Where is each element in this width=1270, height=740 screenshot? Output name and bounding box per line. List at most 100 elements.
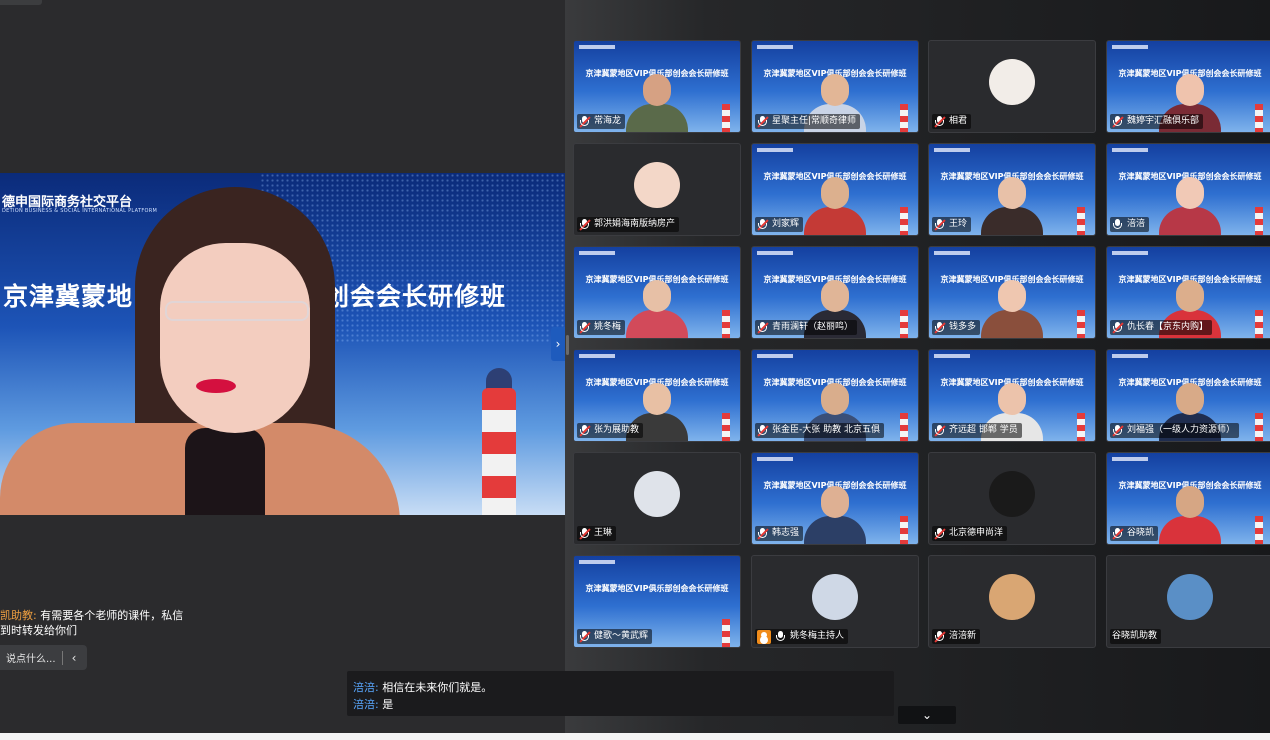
chevron-left-icon[interactable]: ‹ (63, 651, 85, 665)
participant-name: 齐远超 邯郸 学员 (949, 425, 1018, 435)
microphone-muted-icon (934, 425, 946, 437)
participant-video-person (1159, 482, 1221, 544)
lighthouse (722, 104, 730, 132)
participant-name-label: 姚冬梅 (577, 320, 626, 335)
tile-banner-logo (1112, 354, 1148, 358)
participant-name-label: 星聚主任|常顺奇律师 (755, 114, 861, 129)
pane-resize-handle[interactable] (566, 335, 569, 355)
toolbar-stub[interactable] (0, 0, 42, 5)
active-speaker-video[interactable]: 德申国际商务社交平台 DETION BUSINESS & SOCIAL INTE… (0, 173, 565, 515)
tile-banner-logo (1112, 251, 1148, 255)
microphone-muted-icon (757, 425, 769, 437)
tile-banner-logo (579, 45, 615, 49)
tile-banner-logo (757, 45, 793, 49)
microphone-muted-icon (757, 528, 769, 540)
participant-avatar (989, 471, 1035, 517)
participant-tile[interactable]: 京津冀蒙地区VIP俱乐部创会会长研修班 健歌～黄武辉 (573, 555, 741, 648)
participant-name: 谷晓凯助教 (1112, 631, 1158, 641)
participant-tile[interactable]: 京津冀蒙地区VIP俱乐部创会会长研修班韩志强 (751, 452, 919, 545)
participant-tile[interactable]: 京津冀蒙地区VIP俱乐部创会会长研修班谷晓凯 (1106, 452, 1270, 545)
participant-name-label: 健歌～黄武辉 (577, 629, 653, 644)
participant-name-label: 韩志强 (755, 526, 804, 541)
microphone-muted-icon (579, 219, 591, 231)
participant-tile[interactable]: 王琳 (573, 452, 741, 545)
participant-tile[interactable]: 京津冀蒙地区VIP俱乐部创会会长研修班青雨澜轩（赵丽鸣） (751, 246, 919, 339)
participant-tile[interactable]: 京津冀蒙地区VIP俱乐部创会会长研修班刘家辉 (751, 143, 919, 236)
participant-tile[interactable]: 姚冬梅主持人 (751, 555, 919, 648)
participant-name: 魏婷宇汇融俱乐部 (1127, 116, 1200, 126)
microphone-muted-icon (757, 219, 769, 231)
participant-name-label: 常海龙 (577, 114, 626, 129)
participant-video-person (626, 276, 688, 338)
participant-name-label: 涪涪新 (932, 629, 981, 644)
microphone-muted-icon (1112, 116, 1124, 128)
participant-name: 涪涪新 (949, 631, 977, 641)
participant-tile[interactable]: 京津冀蒙地区VIP俱乐部创会会长研修班刘福强（一级人力资源师） (1106, 349, 1270, 442)
participant-tile[interactable]: 京津冀蒙地区VIP俱乐部创会会长研修班星聚主任|常顺奇律师 (751, 40, 919, 133)
participant-name-label: 钱多多 (932, 320, 981, 335)
participant-name-label: 齐远超 邯郸 学员 (932, 423, 1022, 438)
microphone-icon (1112, 219, 1123, 230)
lighthouse (900, 310, 908, 338)
microphone-icon (775, 631, 786, 642)
expand-panel-button[interactable]: › (551, 327, 565, 361)
chevron-down-icon: ⌄ (921, 708, 933, 722)
participant-name: 张为展助教 (594, 425, 640, 435)
tile-banner-logo (757, 457, 793, 461)
participant-name: 星聚主任|常顺奇律师 (772, 116, 857, 126)
participant-name: 钱多多 (949, 322, 977, 332)
participant-tile[interactable]: 京津冀蒙地区VIP俱乐部创会会长研修班魏婷宇汇融俱乐部 (1106, 40, 1270, 133)
participant-tile[interactable]: 京津冀蒙地区VIP俱乐部创会会长研修班齐远超 邯郸 学员 (928, 349, 1096, 442)
participant-tile[interactable]: 京津冀蒙地区VIP俱乐部创会会长研修班张金臣-大张 助教 北京五俱 (751, 349, 919, 442)
chat-input[interactable]: 说点什么... ‹ (0, 645, 87, 670)
participant-name-label: 涪涪 (1110, 217, 1150, 232)
participant-tile[interactable]: 京津冀蒙地区VIP俱乐部创会会长研修班王玲 (928, 143, 1096, 236)
microphone-muted-icon (934, 322, 946, 334)
participant-video-person (981, 173, 1043, 235)
participant-avatar (989, 574, 1035, 620)
tile-banner-logo (579, 560, 615, 564)
taskbar-strip (0, 733, 1270, 740)
participant-tile[interactable]: 京津冀蒙地区VIP俱乐部创会会长研修班张为展助教 (573, 349, 741, 442)
microphone-muted-icon (579, 322, 591, 334)
participant-name: 青雨澜轩（赵丽鸣） (772, 322, 854, 332)
participant-avatar (989, 59, 1035, 105)
participant-tile[interactable]: 谷晓凯助教 (1106, 555, 1270, 648)
participant-name-label: 姚冬梅主持人 (755, 629, 849, 644)
tile-banner-logo (1112, 148, 1148, 152)
lighthouse (722, 310, 730, 338)
participant-tile[interactable]: 京津冀蒙地区VIP俱乐部创会会长研修班姚冬梅 (573, 246, 741, 339)
microphone-muted-icon (934, 631, 946, 643)
participant-tile[interactable]: 相君 (928, 40, 1096, 133)
lighthouse (482, 388, 516, 515)
chat-sender: 涪涪: (353, 681, 379, 694)
scroll-down-button[interactable]: ⌄ (898, 706, 956, 724)
participant-name-label: 刘福强（一级人力资源师） (1110, 423, 1240, 438)
participant-name: 郭洪娟海南版纳房产 (594, 219, 676, 229)
participant-name: 谷晓凯 (1127, 528, 1155, 538)
lighthouse (1077, 413, 1085, 441)
participant-name: 姚冬梅 (594, 322, 622, 332)
lighthouse (1077, 310, 1085, 338)
chat-text-line1: 有需要各个老师的课件，私信 (40, 609, 184, 622)
participant-tile[interactable]: 京津冀蒙地区VIP俱乐部创会会长研修班仇长春【京东内购】 (1106, 246, 1270, 339)
microphone-muted-icon (757, 322, 769, 334)
participant-name-label: 王琳 (577, 526, 617, 541)
chat-text: 是 (382, 698, 394, 711)
participant-tile[interactable]: 京津冀蒙地区VIP俱乐部创会会长研修班钱多多 (928, 246, 1096, 339)
chat-text-line2: 到时转发给你们 (0, 624, 77, 637)
participant-tile[interactable]: 涪涪新 (928, 555, 1096, 648)
tile-banner-logo (757, 148, 793, 152)
lighthouse (900, 104, 908, 132)
participant-name-label: 王玲 (932, 217, 972, 232)
participant-tile[interactable]: 郭洪娟海南版纳房产 (573, 143, 741, 236)
lighthouse (1255, 104, 1263, 132)
chat-overlay: 涪涪: 相信在未来你们就是。 涪涪: 是 (347, 671, 894, 716)
microphone-muted-icon (579, 116, 591, 128)
participant-tile[interactable]: 北京德申尚洋 (928, 452, 1096, 545)
participant-name: 张金臣-大张 助教 北京五俱 (772, 425, 880, 435)
participant-tile[interactable]: 京津冀蒙地区VIP俱乐部创会会长研修班涪涪 (1106, 143, 1270, 236)
participant-name: 刘家辉 (772, 219, 800, 229)
lighthouse (1255, 310, 1263, 338)
participant-tile[interactable]: 京津冀蒙地区VIP俱乐部创会会长研修班常海龙 (573, 40, 741, 133)
